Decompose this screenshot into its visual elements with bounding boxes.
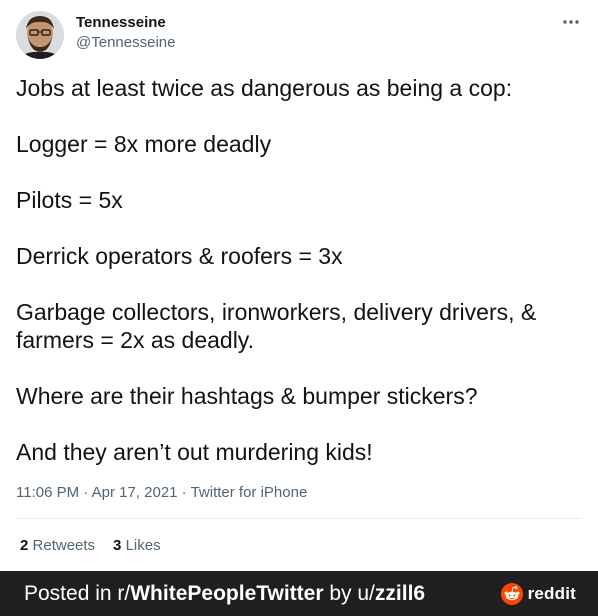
more-options-icon[interactable] [560, 14, 582, 30]
tweet-paragraph: Garbage collectors, ironworkers, deliver… [16, 299, 537, 353]
avatar-image [16, 11, 64, 59]
avatar[interactable] [16, 11, 64, 59]
author-display-name[interactable]: Tennesseine [76, 14, 175, 32]
tweet-paragraph: Logger = 8x more deadly [16, 131, 272, 157]
author-names: Tennesseine @Tennesseine [76, 14, 175, 53]
retweets-label: Retweets [32, 537, 96, 554]
tweet-paragraph: Jobs at least twice as dangerous as bein… [16, 75, 513, 101]
tweet-meta: 11:06 PM · Apr 17, 2021 · Twitter for iP… [16, 484, 307, 502]
tweet-paragraph: Derrick operators & roofers = 3x [16, 243, 343, 269]
retweets-stat[interactable]: 2 Retweets [20, 536, 95, 556]
tweet-time[interactable]: 11:06 PM [16, 484, 79, 501]
subreddit-name[interactable]: WhitePeopleTwitter [130, 582, 323, 605]
reddit-footer: Posted in r/WhitePeopleTwitter by u/zzil… [0, 571, 598, 616]
author-handle[interactable]: @Tennesseine [76, 33, 175, 53]
divider [16, 518, 582, 519]
meta-separator: · [177, 484, 191, 501]
reddit-alien-icon [500, 583, 523, 605]
footer-by: by u/ [323, 582, 375, 605]
tweet-header: Tennesseine @Tennesseine [16, 11, 582, 59]
likes-label: Likes [125, 537, 161, 554]
tweet-stats: 2 Retweets 3 Likes [20, 536, 179, 556]
username[interactable]: zzill6 [375, 582, 425, 605]
tweet-paragraph: Pilots = 5x [16, 187, 123, 213]
tweet-source[interactable]: Twitter for iPhone [191, 484, 308, 501]
likes-count: 3 [113, 537, 122, 554]
meta-separator: · [79, 484, 92, 501]
reddit-wordmark: reddit [527, 584, 576, 603]
retweets-count: 2 [20, 537, 29, 554]
tweet-text: Jobs at least twice as dangerous as bein… [16, 74, 582, 466]
footer-attribution: Posted in r/WhitePeopleTwitter by u/zzil… [24, 582, 425, 606]
reddit-logo[interactable]: reddit [500, 582, 576, 606]
tweet-paragraph: Where are their hashtags & bumper sticke… [16, 383, 478, 409]
tweet-paragraph: And they aren’t out murdering kids! [16, 439, 373, 465]
likes-stat[interactable]: 3 Likes [113, 536, 161, 556]
footer-prefix: Posted in r/ [24, 582, 131, 605]
tweet-date[interactable]: Apr 17, 2021 [92, 484, 178, 501]
tweet-card: Tennesseine @Tennesseine Jobs at least t… [0, 0, 598, 571]
